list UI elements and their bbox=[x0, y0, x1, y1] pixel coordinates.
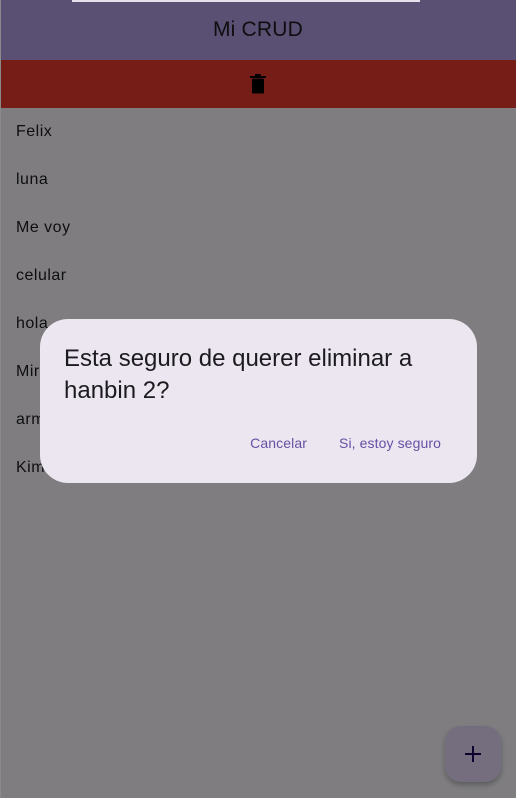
app-screen: Mi CRUD Felix luna Me voy celular hola M… bbox=[0, 0, 516, 798]
dialog-actions: Cancelar Si, estoy seguro bbox=[238, 423, 453, 463]
window-border bbox=[0, 0, 1, 798]
confirm-delete-button[interactable]: Si, estoy seguro bbox=[327, 423, 453, 463]
dialog-message: Esta seguro de querer eliminar a hanbin … bbox=[64, 345, 413, 404]
cancel-button[interactable]: Cancelar bbox=[238, 423, 319, 463]
status-line bbox=[72, 0, 420, 2]
confirm-delete-dialog: Esta seguro de querer eliminar a hanbin … bbox=[40, 319, 477, 483]
